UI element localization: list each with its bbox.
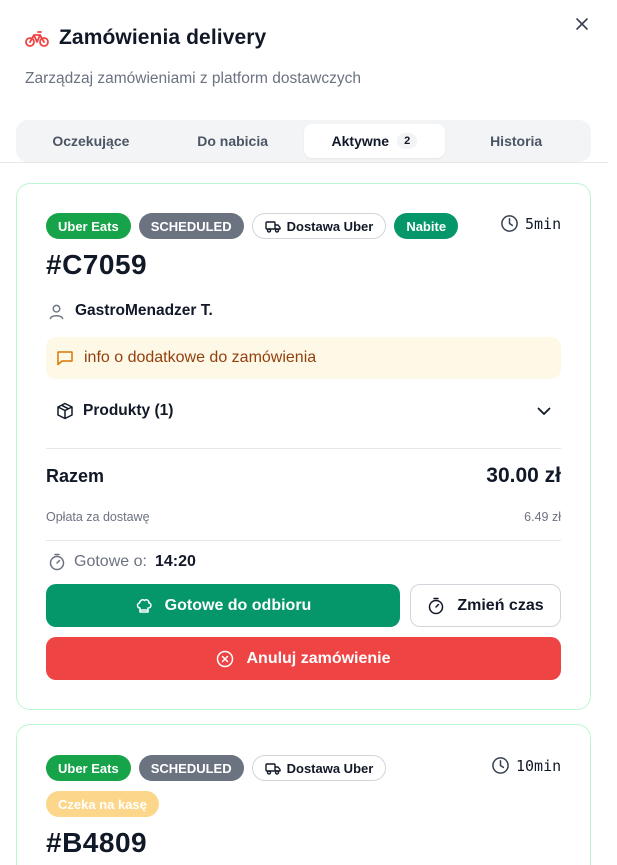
- order-card: Uber Eats SCHEDULED Dostawa Uber 10min C…: [16, 724, 591, 865]
- divider: [46, 540, 561, 541]
- total-value: 30.00 zł: [486, 464, 561, 487]
- total-label: Razem: [46, 465, 105, 486]
- cancel-order-button[interactable]: Anuluj zamówienie: [46, 637, 561, 680]
- bicycle-icon: [25, 31, 49, 47]
- chevron-down-icon: [537, 407, 551, 415]
- products-label: Produkty (1): [83, 402, 174, 419]
- ready-label: Gotowe o:: [74, 553, 147, 570]
- order-card: Uber Eats SCHEDULED Dostawa Uber Nabite …: [16, 183, 591, 710]
- order-badges: Uber Eats SCHEDULED Dostawa Uber: [46, 755, 387, 781]
- total-row: Razem 30.00 zł: [46, 464, 561, 488]
- chef-hat-icon: [136, 598, 152, 613]
- type-badge: SCHEDULED: [138, 755, 244, 781]
- clock-icon: [492, 757, 509, 774]
- change-time-button[interactable]: Zmień czas: [410, 584, 561, 627]
- delivery-fee-row: Opłata za dostawę 6.49 zł: [46, 510, 561, 524]
- platform-badge: Uber Eats: [46, 213, 131, 239]
- type-badge: SCHEDULED: [138, 213, 244, 239]
- tab-count-badge: 2: [397, 133, 418, 149]
- truck-icon: [264, 762, 281, 775]
- clock-icon: [501, 215, 518, 232]
- order-badges: Czeka na kasę: [46, 791, 159, 817]
- order-note: info o dodatkowe do zamówienia: [46, 337, 561, 379]
- user-icon: [49, 304, 64, 319]
- ready-time-row: Gotowe o: 14:20: [48, 553, 196, 571]
- close-icon: [576, 18, 588, 30]
- divider: [46, 448, 561, 449]
- delivery-badge: Dostawa Uber: [251, 755, 387, 781]
- order-id: #B4809: [46, 827, 148, 858]
- ready-for-pickup-button[interactable]: Gotowe do odbioru: [46, 584, 400, 627]
- tab-bar: Oczekujące Do nabicia Aktywne 2 Historia: [16, 120, 591, 162]
- order-badges: Uber Eats SCHEDULED Dostawa Uber Nabite: [46, 213, 459, 239]
- fee-value: 6.49 zł: [524, 510, 561, 524]
- fee-label: Opłata za dostawę: [46, 510, 150, 524]
- status-badge: Nabite: [394, 213, 459, 239]
- delivery-badge: Dostawa Uber: [251, 213, 387, 239]
- divider: [0, 162, 608, 163]
- ready-time: 14:20: [154, 553, 196, 570]
- platform-badge: Uber Eats: [46, 755, 131, 781]
- message-icon: [57, 351, 73, 366]
- dialog-header: Zamówienia delivery: [25, 26, 266, 50]
- tab-aktywne[interactable]: Aktywne 2: [303, 124, 446, 158]
- dialog-title: Zamówienia delivery: [59, 26, 267, 49]
- tab-historia[interactable]: Historia: [445, 124, 587, 158]
- timer-icon: [49, 553, 65, 571]
- timer-icon: [429, 597, 444, 614]
- products-toggle[interactable]: Produkty (1): [56, 402, 551, 420]
- dialog-subtitle: Zarządzaj zamówieniami z platform dostaw…: [25, 70, 361, 87]
- order-timer: 5min: [500, 214, 561, 233]
- package-icon: [57, 402, 73, 420]
- close-button[interactable]: [571, 13, 593, 35]
- tab-do-nabicia[interactable]: Do nabicia: [162, 124, 304, 158]
- customer-row: GastroMenadzer T.: [48, 302, 213, 320]
- truck-icon: [264, 220, 281, 233]
- x-circle-icon: [217, 650, 234, 667]
- customer-name: GastroMenadzer T.: [75, 302, 213, 319]
- tab-oczekujace[interactable]: Oczekujące: [20, 124, 162, 158]
- order-id: #C7059: [46, 249, 148, 280]
- status-badge: Czeka na kasę: [46, 791, 159, 817]
- order-timer: 10min: [491, 756, 561, 775]
